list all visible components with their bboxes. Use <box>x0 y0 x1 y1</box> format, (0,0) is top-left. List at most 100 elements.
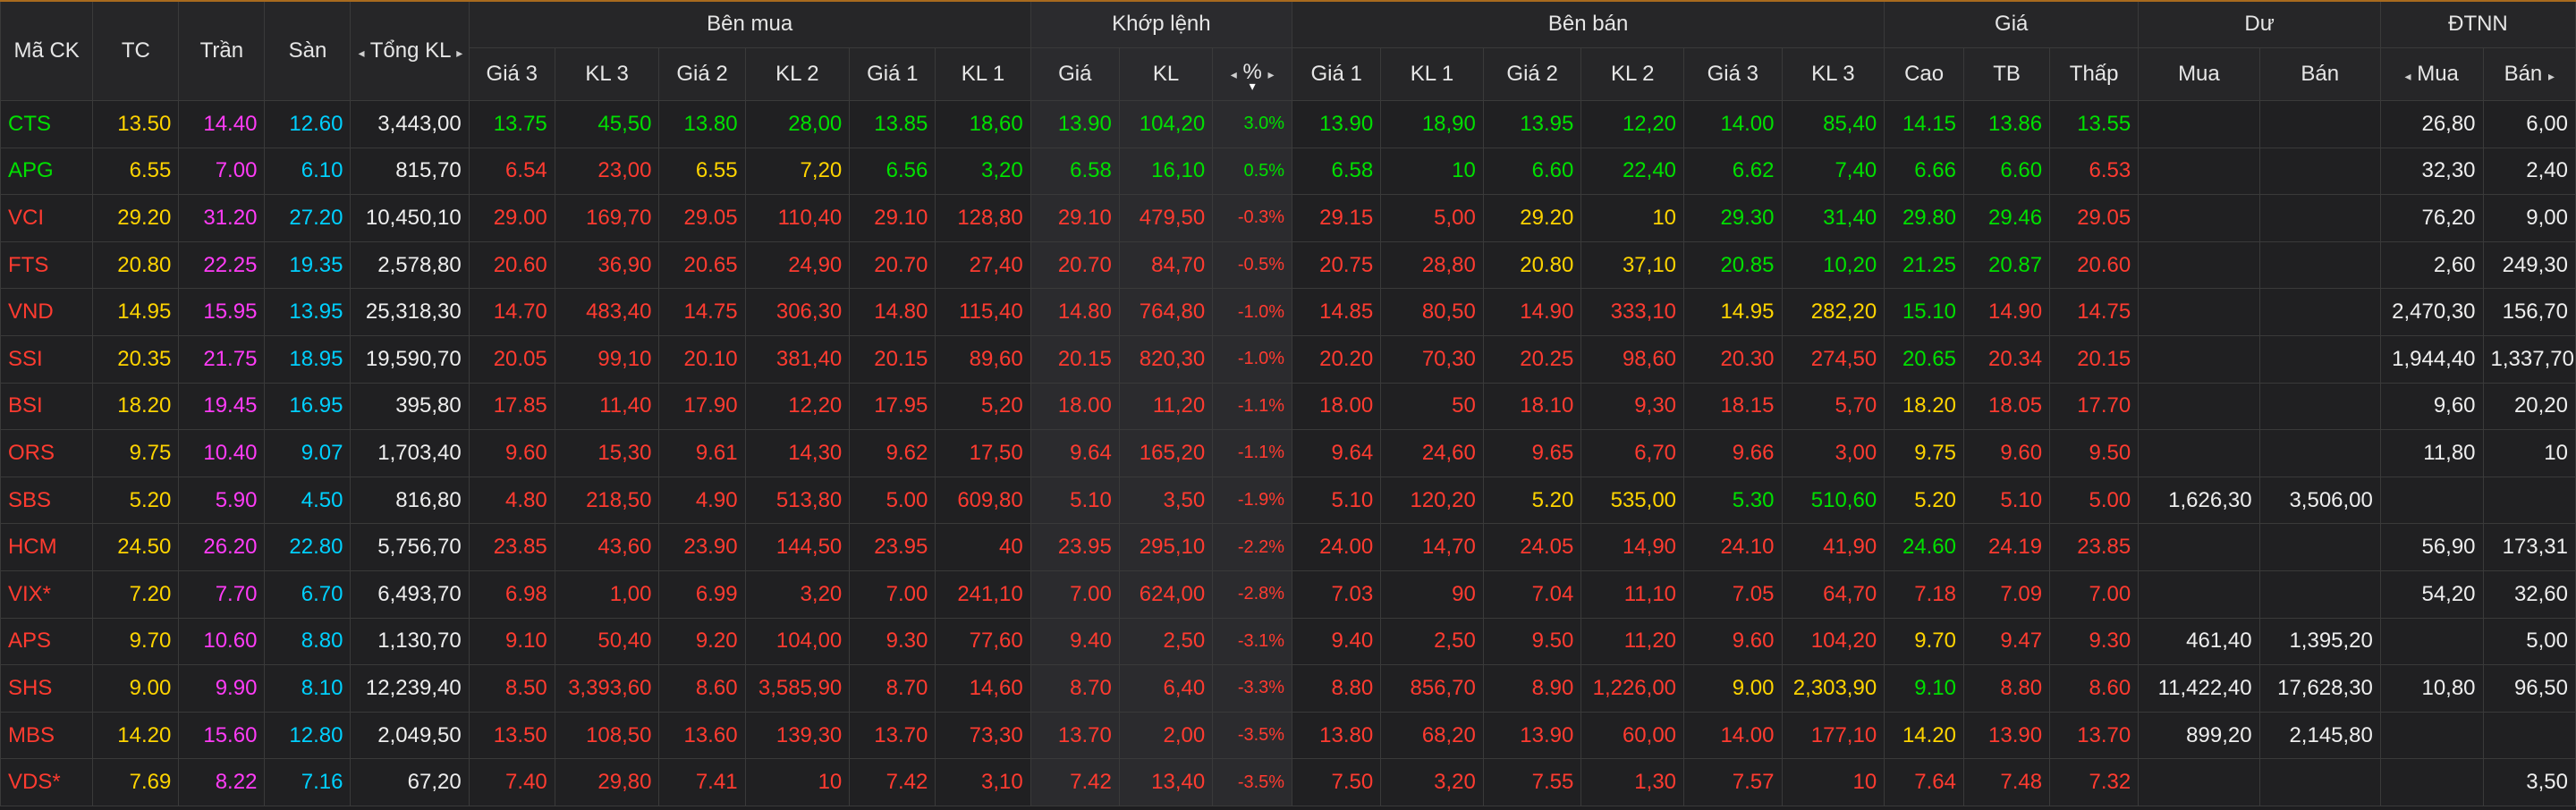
col-sell-gia2[interactable]: Giá 2 <box>1482 47 1582 101</box>
cell-ask-price-1: 7.03 <box>1292 570 1382 619</box>
cell-ask-price-1: 9.40 <box>1292 617 1382 666</box>
arrow-left-icon[interactable]: ◂ <box>2405 69 2411 83</box>
cell-ask-volume-2: 1,30 <box>1580 758 1685 806</box>
col-nn-ban[interactable]: Bán ▸ <box>2482 47 2576 101</box>
cell-ask-price-3: 9.60 <box>1683 617 1783 666</box>
cell-floor-price: 27.20 <box>264 194 352 242</box>
cell-stock-code[interactable]: APS <box>0 617 94 666</box>
cell-stock-code[interactable]: HCM <box>0 523 94 571</box>
cell-match-volume: 6,40 <box>1118 664 1214 713</box>
cell-ask-price-1: 8.80 <box>1292 664 1382 713</box>
table-row[interactable]: SHS 9.00 9.90 8.10 12,239,40 8.50 3,393,60 8.60… <box>0 664 2576 713</box>
cell-stock-code[interactable]: BSI <box>0 382 94 431</box>
col-sell-kl3[interactable]: KL 3 <box>1781 47 1885 101</box>
cell-ask-volume-1: 5,00 <box>1380 194 1484 242</box>
cell-stock-code[interactable]: MBS <box>0 711 94 760</box>
col-match-kl[interactable]: KL <box>1118 47 1214 101</box>
cell-total-volume: 5,756,70 <box>350 523 470 571</box>
col-du-ban[interactable]: Bán <box>2258 47 2381 101</box>
cell-ask-volume-2: 10 <box>1580 194 1685 242</box>
col-nn-mua[interactable]: ◂ Mua <box>2379 47 2484 101</box>
cell-floor-price: 12.60 <box>264 100 352 148</box>
sort-desc-icon[interactable]: ▾ <box>1220 80 1284 92</box>
cell-ceiling-price: 22.25 <box>178 240 266 290</box>
table-row[interactable]: ORS 9.75 10.40 9.07 1,703,40 9.60 15,30 9.61 14,… <box>0 429 2576 477</box>
table-row[interactable]: FTS 20.80 22.25 19.35 2,578,80 20.60 36,90 20.6… <box>0 240 2576 290</box>
arrow-left-icon[interactable]: ◂ <box>1231 67 1237 81</box>
col-buy-kl1[interactable]: KL 1 <box>935 47 1031 101</box>
col-match-gia[interactable]: Giá <box>1030 47 1120 101</box>
cell-stock-code[interactable]: CTS <box>0 100 94 148</box>
col-sell-kl1[interactable]: KL 1 <box>1380 47 1484 101</box>
cell-high-price: 9.70 <box>1884 617 1964 666</box>
cell-match-volume: 16,10 <box>1118 147 1214 196</box>
cell-total-volume: 67,20 <box>350 758 470 806</box>
cell-ask-volume-2: 12,20 <box>1580 100 1685 148</box>
cell-stock-code[interactable]: VDS* <box>0 758 94 806</box>
table-row[interactable]: APS 9.70 10.60 8.80 1,130,70 9.10 50,40 9.20 104… <box>0 617 2576 666</box>
cell-ask-volume-3: 177,10 <box>1781 711 1885 760</box>
table-row[interactable]: VIX* 7.20 7.70 6.70 6,493,70 6.98 1,00 6.99 3,20… <box>0 570 2576 619</box>
col-buy-gia2[interactable]: Giá 2 <box>658 47 746 101</box>
cell-stock-code[interactable]: SSI <box>0 334 94 384</box>
cell-ask-volume-1: 90 <box>1380 570 1484 619</box>
table-row[interactable]: HCM 24.50 26.20 22.80 5,756,70 23.85 43,60 23.9… <box>0 523 2576 571</box>
col-tc[interactable]: TC <box>92 0 180 101</box>
cell-ask-volume-3: 41,90 <box>1781 523 1885 571</box>
cell-bid-price-1: 13.70 <box>849 711 936 760</box>
table-row[interactable]: VCI 29.20 31.20 27.20 10,450,10 29.00 169,70 29… <box>0 194 2576 242</box>
col-price-cao[interactable]: Cao <box>1884 47 1964 101</box>
cell-stock-code[interactable]: VIX* <box>0 570 94 619</box>
col-buy-gia1[interactable]: Giá 1 <box>849 47 936 101</box>
cell-stock-code[interactable]: FTS <box>0 240 94 290</box>
cell-bid-price-3: 14.70 <box>468 288 555 336</box>
cell-ask-volume-1: 10 <box>1380 147 1484 196</box>
col-san[interactable]: Sàn <box>264 0 352 101</box>
cell-stock-code[interactable]: SBS <box>0 476 94 525</box>
col-tran[interactable]: Trần <box>178 0 266 101</box>
cell-total-volume: 2,049,50 <box>350 711 470 760</box>
table-row[interactable]: SBS 5.20 5.90 4.50 816,80 4.80 218,50 4.90 513,8… <box>0 476 2576 525</box>
cell-match-volume: 820,30 <box>1118 334 1214 384</box>
cell-avg-price: 9.60 <box>1962 429 2051 477</box>
table-row[interactable]: BSI 18.20 19.45 16.95 395,80 17.85 11,40 17.90 1… <box>0 382 2576 431</box>
col-ma-ck[interactable]: Mã CK <box>0 0 94 101</box>
table-row[interactable]: VDS* 7.69 8.22 7.16 67,20 7.40 29,80 7.41 10 7.42… <box>0 758 2576 806</box>
cell-total-volume: 25,318,30 <box>350 288 470 336</box>
cell-stock-code[interactable]: ORS <box>0 429 94 477</box>
cell-low-price: 17.70 <box>2049 382 2140 431</box>
col-tong-kl[interactable]: ◂ Tổng KL ▸ <box>350 0 470 101</box>
col-du-mua[interactable]: Mua <box>2138 47 2260 101</box>
cell-stock-code[interactable]: VCI <box>0 194 94 242</box>
arrow-right-icon[interactable]: ▸ <box>456 46 462 60</box>
col-buy-kl2[interactable]: KL 2 <box>744 47 851 101</box>
cell-stock-code[interactable]: VND <box>0 288 94 336</box>
table-row[interactable]: VND 14.95 15.95 13.95 25,318,30 14.70 483,40 14… <box>0 288 2576 336</box>
table-row[interactable]: MBS 14.20 15.60 12.80 2,049,50 13.50 108,50 13.… <box>0 711 2576 760</box>
cell-foreign-buy: 26,80 <box>2379 100 2484 148</box>
cell-foreign-sell: 32,60 <box>2482 570 2576 619</box>
cell-stock-code[interactable]: APG <box>0 147 94 196</box>
table-row[interactable]: APG 6.55 7.00 6.10 815,70 6.54 23,00 6.55 7,20 6.… <box>0 147 2576 196</box>
cell-remaining-sell <box>2258 147 2381 196</box>
arrow-left-icon[interactable]: ◂ <box>358 46 364 60</box>
cell-remaining-buy <box>2138 523 2260 571</box>
col-price-thap[interactable]: Thấp <box>2049 47 2140 101</box>
col-sell-gia3[interactable]: Giá 3 <box>1683 47 1783 101</box>
col-buy-gia3[interactable]: Giá 3 <box>468 47 555 101</box>
cell-bid-volume-1: 128,80 <box>935 194 1031 242</box>
col-match-pct[interactable]: ◂ % ▸ ▾ <box>1212 47 1293 101</box>
cell-bid-volume-3: 108,50 <box>554 711 660 760</box>
cell-ask-price-1: 13.90 <box>1292 100 1382 148</box>
arrow-right-icon[interactable]: ▸ <box>1267 67 1274 81</box>
cell-ask-volume-1: 18,90 <box>1380 100 1484 148</box>
col-sell-kl2[interactable]: KL 2 <box>1580 47 1685 101</box>
col-buy-kl3[interactable]: KL 3 <box>554 47 660 101</box>
arrow-right-icon[interactable]: ▸ <box>2548 69 2555 83</box>
col-price-tb[interactable]: TB <box>1962 47 2051 101</box>
table-row[interactable]: SSI 20.35 21.75 18.95 19,590,70 20.05 99,10 20.… <box>0 334 2576 384</box>
cell-stock-code[interactable]: SHS <box>0 664 94 713</box>
cell-foreign-buy <box>2379 617 2484 666</box>
col-sell-gia1[interactable]: Giá 1 <box>1292 47 1382 101</box>
table-row[interactable]: CTS 13.50 14.40 12.60 3,443,00 13.75 45,50 13.8… <box>0 100 2576 148</box>
